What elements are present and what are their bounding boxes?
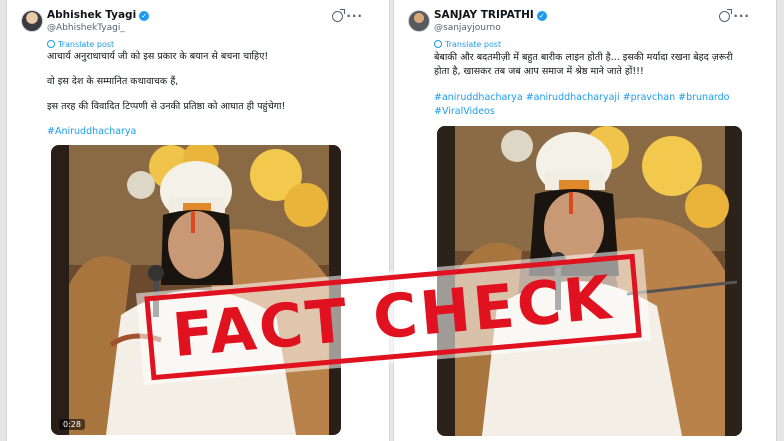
avatar[interactable] bbox=[21, 10, 43, 32]
verified-badge-icon: ✓ bbox=[139, 11, 150, 21]
author-name[interactable]: SANJAY TRIPATHI ✓ bbox=[434, 9, 547, 21]
hashtag-link[interactable]: #aniruddhacharya #aniruddhacharyaji #pra… bbox=[434, 91, 729, 105]
author-handle[interactable]: @AbhishekTyagi_ bbox=[47, 23, 125, 33]
more-options-icon[interactable]: ··· bbox=[733, 9, 750, 23]
globe-icon bbox=[47, 40, 55, 48]
post-text-line: वो इस देश के सम्मानित कथावाचक हैं, bbox=[47, 76, 179, 87]
verified-badge-icon: ✓ bbox=[536, 11, 547, 21]
grok-icon[interactable] bbox=[332, 9, 345, 22]
post-header: SANJAY TRIPATHI ✓ @sanjayjourno ··· bbox=[408, 8, 766, 38]
translate-post-link[interactable]: Translate post bbox=[434, 40, 501, 49]
translate-label[interactable]: Translate post bbox=[58, 40, 114, 49]
author-handle[interactable]: @sanjayjourno bbox=[434, 23, 501, 33]
post-text-line: आचार्य अनुराधाचार्य जी को इस प्रकार के ब… bbox=[47, 51, 269, 62]
author-name-text[interactable]: SANJAY TRIPATHI bbox=[434, 9, 534, 21]
post-header: Abhishek Tyagi ✓ @AbhishekTyagi_ ··· bbox=[21, 8, 379, 38]
author-name-text[interactable]: Abhishek Tyagi bbox=[47, 9, 136, 21]
avatar[interactable] bbox=[408, 10, 430, 32]
video-timestamp: 0:28 bbox=[59, 419, 85, 430]
post-text-line: इस तरह की विवादित टिप्पणी से उनकी प्रतिष… bbox=[47, 101, 286, 112]
translate-label[interactable]: Translate post bbox=[445, 40, 501, 49]
post-text-line: होता है, खासकर तब जब आप समाज में श्रेष्ठ… bbox=[434, 66, 644, 77]
hashtag-link[interactable]: #Aniruddhacharya bbox=[47, 125, 136, 139]
more-options-icon[interactable]: ··· bbox=[346, 9, 363, 23]
translate-post-link[interactable]: Translate post bbox=[47, 40, 114, 49]
author-name[interactable]: Abhishek Tyagi ✓ bbox=[47, 9, 150, 21]
globe-icon bbox=[434, 40, 442, 48]
hashtag-link[interactable]: #ViralVideos bbox=[434, 105, 495, 119]
post-text-line: बेबाकी और बदतमीज़ी में बहुत बारीक लाइन ह… bbox=[434, 52, 733, 63]
grok-icon[interactable] bbox=[719, 9, 732, 22]
